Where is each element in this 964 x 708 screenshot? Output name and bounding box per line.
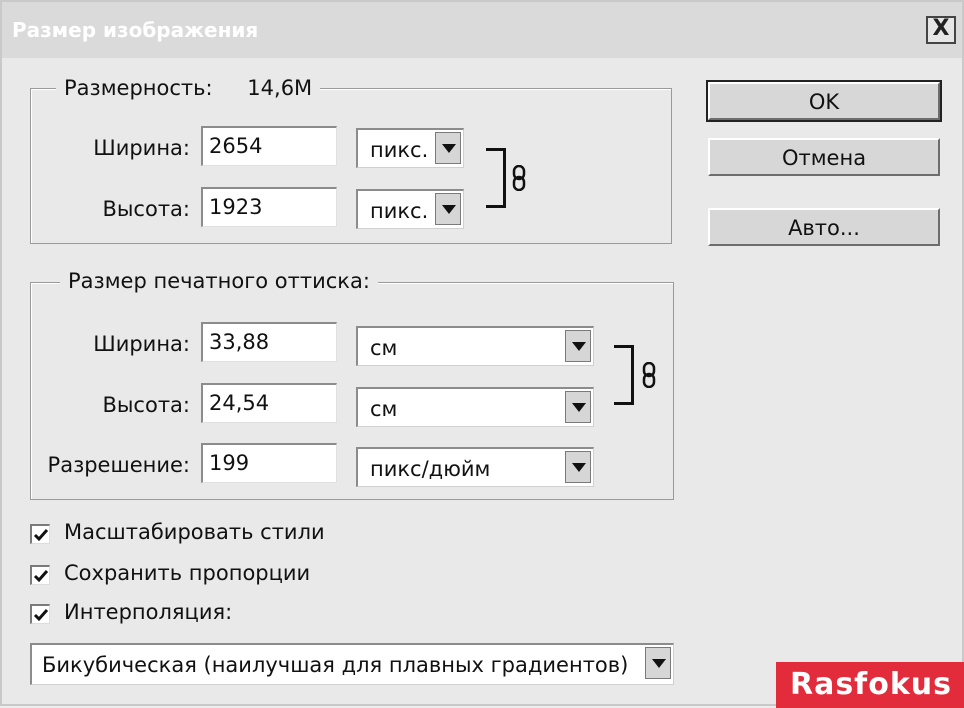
close-button[interactable]: X <box>926 16 956 44</box>
cancel-button[interactable]: Отмена <box>708 138 940 176</box>
ok-button-label: OK <box>808 90 840 114</box>
doc-height-unit-select[interactable]: см <box>356 387 594 427</box>
resolution-label: Разрешение: <box>47 453 190 477</box>
pixel-dimensions-size: 14,6M <box>247 76 313 100</box>
resample-label[interactable]: Интерполяция: <box>64 600 232 624</box>
chevron-down-icon[interactable] <box>565 330 591 362</box>
pixel-dimensions-title: Размерность: <box>64 76 213 100</box>
chevron-down-icon[interactable] <box>435 132 461 164</box>
scale-styles-label[interactable]: Масштабировать стили <box>64 520 325 544</box>
interpolation-value: Бикубическая (наилучшая для плавных град… <box>42 653 629 677</box>
window-title: Размер изображения <box>12 18 259 42</box>
pixel-height-label: Высота: <box>102 197 190 221</box>
title-bar: Размер изображения X <box>2 2 962 58</box>
cancel-button-label: Отмена <box>781 146 867 170</box>
doc-width-input[interactable]: 33,88 <box>201 322 337 362</box>
chevron-down-icon[interactable] <box>565 451 591 483</box>
pixel-height-unit-value: пикс. <box>370 199 429 223</box>
resolution-unit-value: пикс/дюйм <box>370 457 491 481</box>
doc-width-label: Ширина: <box>93 332 190 356</box>
pixel-width-unit-value: пикс. <box>370 138 429 162</box>
pixel-width-label: Ширина: <box>93 136 190 160</box>
constrain-proportions-checkbox[interactable] <box>30 565 50 585</box>
resolution-input[interactable]: 199 <box>201 443 337 483</box>
doc-height-input[interactable]: 24,54 <box>201 383 337 423</box>
chain-link-icon <box>642 362 656 388</box>
doc-height-unit-value: см <box>370 397 398 421</box>
pixel-dimensions-legend: Размерность: 14,6M <box>56 76 321 100</box>
pixel-width-unit-select[interactable]: пикс. <box>356 128 464 168</box>
chevron-down-icon[interactable] <box>435 193 461 225</box>
constrain-proportions-label[interactable]: Сохранить пропорции <box>64 561 310 585</box>
document-size-legend: Размер печатного оттиска: <box>60 269 378 293</box>
checkmark-icon <box>33 529 49 542</box>
doc-height-label: Высота: <box>102 393 190 417</box>
resample-checkbox[interactable] <box>30 604 50 624</box>
image-size-dialog: Размер изображения X Размерность: 14,6M … <box>0 0 964 708</box>
pixel-height-input[interactable]: 1923 <box>201 187 337 227</box>
scale-styles-checkbox[interactable] <box>30 524 50 544</box>
pixel-width-input[interactable]: 2654 <box>201 126 337 166</box>
interpolation-select[interactable]: Бикубическая (наилучшая для плавных град… <box>30 643 674 685</box>
doc-link-bracket <box>614 345 634 405</box>
pixel-height-unit-select[interactable]: пикс. <box>356 189 464 229</box>
chevron-down-icon[interactable] <box>645 647 671 679</box>
pixel-link-bracket <box>486 148 506 208</box>
rasfokus-watermark: Rasfokus <box>776 662 964 708</box>
doc-width-unit-value: см <box>370 336 398 360</box>
chain-link-icon <box>512 165 526 191</box>
doc-width-unit-select[interactable]: см <box>356 326 594 366</box>
resolution-unit-select[interactable]: пикс/дюйм <box>356 447 594 487</box>
auto-button[interactable]: Авто... <box>708 208 940 246</box>
checkmark-icon <box>33 570 49 583</box>
checkmark-icon <box>33 609 49 622</box>
chevron-down-icon[interactable] <box>565 391 591 423</box>
ok-button[interactable]: OK <box>706 80 942 122</box>
auto-button-label: Авто... <box>788 216 860 240</box>
